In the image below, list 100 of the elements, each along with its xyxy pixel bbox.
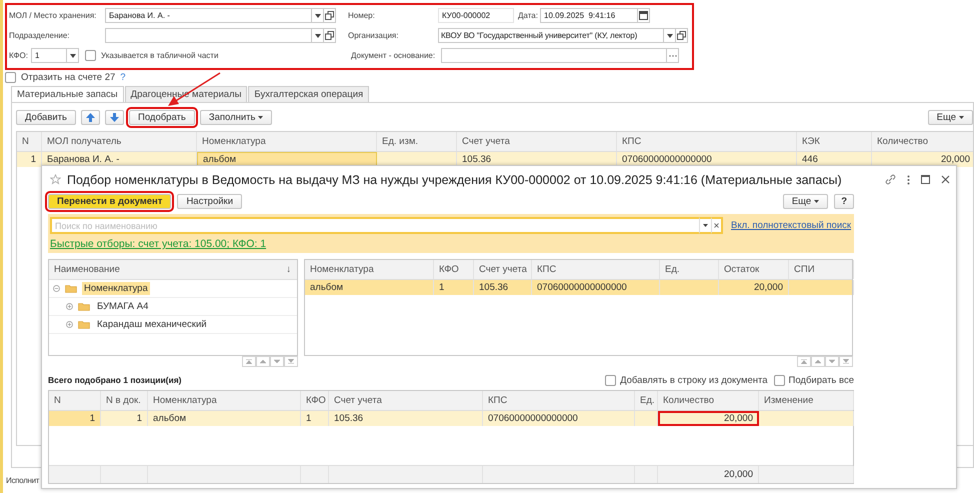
open-icon[interactable] [676, 28, 688, 43]
table-cell: 07060000000000000 [532, 280, 660, 295]
caret-icon [314, 34, 320, 38]
expand-icon[interactable] [66, 321, 73, 328]
column-header[interactable]: МОЛ получатель [42, 132, 197, 151]
column-header[interactable]: Ед. изм. [377, 132, 457, 151]
number-field[interactable]: КУ00-000002 [438, 8, 514, 23]
column-header[interactable]: Изменение [759, 391, 854, 410]
field-label: Организация: [348, 31, 400, 40]
expand-icon[interactable] [66, 303, 73, 310]
link-icon[interactable] [885, 174, 896, 185]
star-icon[interactable] [50, 174, 61, 185]
checkbox[interactable] [774, 374, 785, 386]
arrow-down-icon [110, 112, 119, 122]
selection-summary: Всего подобрано 1 позиции(ия) [48, 375, 182, 385]
open-icon[interactable] [324, 8, 336, 23]
column-header[interactable]: КЭК [797, 132, 872, 151]
dropdown-button[interactable]: Заполнить [200, 110, 272, 124]
basis-field[interactable] [441, 48, 667, 63]
toolbar-button[interactable]: Добавить [16, 110, 76, 124]
checkbox-label: Указывается в табличной части [101, 51, 220, 60]
column-header[interactable]: Количество [872, 132, 974, 151]
dialog-button[interactable]: Настройки [177, 194, 242, 209]
calendar-icon[interactable] [638, 8, 650, 23]
column-header[interactable]: Счет учета [457, 132, 617, 151]
column-header[interactable]: Номенклатура [148, 391, 301, 410]
dropdown-button[interactable] [699, 217, 711, 234]
column-header[interactable]: Ед. [660, 260, 719, 279]
caret-icon [703, 224, 708, 227]
sort-indicator[interactable]: ↓ [286, 264, 291, 275]
checkbox[interactable] [5, 72, 16, 82]
department-field[interactable] [105, 28, 312, 43]
column-header[interactable]: Количество [658, 391, 759, 410]
collapse-icon[interactable] [53, 285, 60, 292]
column-header[interactable]: Номенклатура [197, 132, 377, 151]
more-button[interactable]: Еще [928, 110, 973, 124]
caret-icon [666, 34, 672, 38]
table-cell: 1 [49, 411, 101, 426]
column-header[interactable]: Счет учета [329, 391, 483, 410]
dialog-button[interactable]: Перенести в документ [48, 194, 172, 209]
field-label: КФО: [9, 51, 29, 60]
kfo-field[interactable]: 1 [31, 48, 67, 63]
column-header[interactable]: N в док. [101, 391, 148, 410]
tree-item[interactable]: БУМАГА А4 [95, 300, 150, 313]
maximize-icon[interactable] [921, 175, 930, 184]
dropdown-button[interactable] [312, 8, 324, 23]
open-icon[interactable] [324, 28, 336, 43]
table-cell: 1 [101, 411, 148, 426]
more-button[interactable]: Еще [782, 194, 828, 209]
column-header[interactable]: Остаток [719, 260, 789, 279]
help-button[interactable]: ? [834, 194, 854, 209]
table-cell: 1 [301, 411, 329, 426]
column-header[interactable]: КФО [434, 260, 474, 279]
field-label: Исполнит [6, 476, 40, 485]
field-label: Документ - основание: [351, 51, 436, 60]
column-header[interactable]: КПС [617, 132, 797, 151]
tree-item[interactable]: Карандаш механический [95, 318, 209, 331]
dropdown-button[interactable] [312, 28, 324, 43]
checkbox[interactable] [85, 50, 96, 61]
search-field[interactable]: Поиск по наименованию [50, 217, 699, 234]
close-icon[interactable] [941, 175, 950, 184]
column-header[interactable]: N [49, 391, 101, 410]
column-header[interactable]: Счет учета [474, 260, 532, 279]
checkbox-label: Подбирать все [788, 374, 854, 386]
move-down-button[interactable] [105, 110, 124, 124]
table-cell: 20,000 [719, 280, 789, 295]
date-field[interactable]: 10.09.2025 9:41:16 [540, 8, 638, 23]
move-up-button[interactable] [81, 110, 100, 124]
table-row[interactable]: альбом 1 105.36 07060000000000000 20,000 [305, 280, 852, 295]
table-cell: альбом [148, 411, 301, 426]
column-header[interactable]: КПС [532, 260, 660, 279]
column-header[interactable]: КПС [483, 391, 635, 410]
mol-field[interactable]: Баранова И. А. - [105, 8, 312, 23]
help-link[interactable]: ? [120, 72, 126, 82]
fulltext-search-link[interactable]: Вкл. полнотекстовый поиск [731, 220, 852, 231]
arrow-up-icon [86, 112, 95, 122]
field-label: Номер: [348, 11, 376, 20]
close-icon [714, 223, 719, 228]
dropdown-button[interactable] [67, 48, 79, 63]
organization-field[interactable]: КВОУ ВО "Государственный университет" (КУ, лектор) [438, 28, 664, 43]
checkbox[interactable] [605, 374, 616, 386]
column-header[interactable]: Номенклатура [305, 260, 434, 279]
menu-icon[interactable] [907, 174, 910, 184]
tab[interactable]: Бухгалтерская операция [248, 86, 370, 102]
scroll-buttons[interactable] [797, 356, 853, 368]
tab[interactable]: Материальные запасы [11, 86, 124, 102]
folder-icon [78, 320, 90, 329]
table-row[interactable]: 1 1 альбом 1 105.36 07060000000000000 20,000 [49, 411, 853, 426]
column-header[interactable]: Наименование [49, 264, 125, 275]
column-header[interactable]: Ед. [635, 391, 658, 410]
column-header[interactable]: N [17, 132, 42, 151]
table-cell: 20,000 [658, 411, 759, 426]
column-header[interactable]: СПИ [789, 260, 854, 279]
table-cell: 07060000000000000 [483, 411, 635, 426]
column-header[interactable]: КФО [301, 391, 329, 410]
table-cell: 105.36 [329, 411, 483, 426]
dropdown-button[interactable] [664, 28, 676, 43]
scroll-buttons[interactable] [242, 356, 298, 368]
field-label: МОЛ / Место хранения: [9, 11, 98, 20]
tree-item[interactable]: Номенклатура [82, 282, 150, 295]
